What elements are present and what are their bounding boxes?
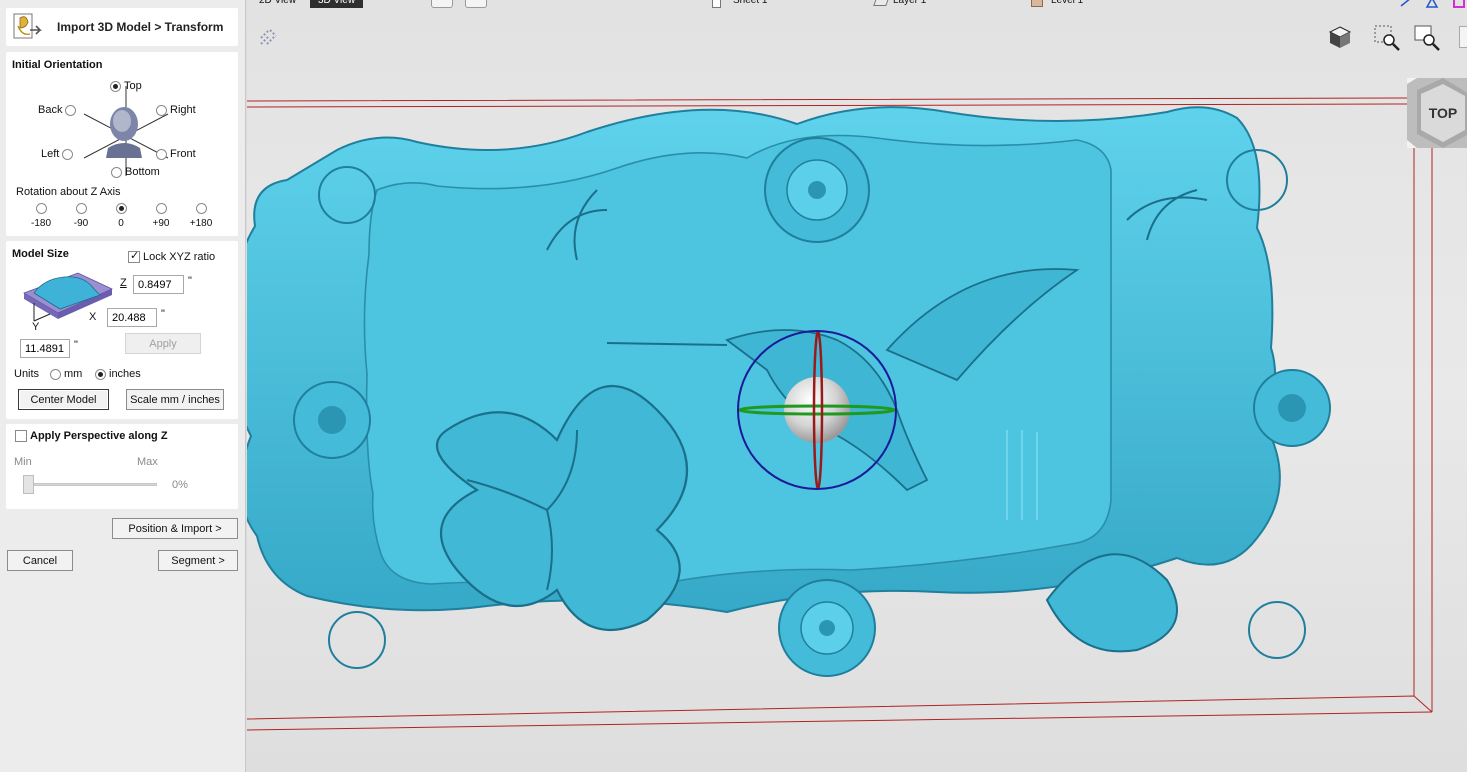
x-axis-label: X bbox=[89, 311, 97, 323]
rotation-label: -180 bbox=[30, 218, 51, 229]
apply-button[interactable]: Apply bbox=[125, 333, 201, 354]
radio-circle[interactable] bbox=[50, 368, 61, 380]
rotation-label: 0 bbox=[118, 218, 124, 229]
checkbox-box[interactable] bbox=[128, 249, 140, 263]
orientation-right-radio[interactable]: Right bbox=[156, 104, 196, 116]
z-size-input[interactable] bbox=[133, 275, 184, 294]
relief-model bbox=[247, 106, 1331, 677]
rotation-plus180-radio[interactable] bbox=[196, 203, 207, 214]
units-mm-radio[interactable]: mm bbox=[50, 368, 82, 380]
orientation-bottom-radio[interactable]: Bottom bbox=[111, 166, 160, 178]
y-size-input[interactable] bbox=[20, 339, 70, 358]
radio-circle[interactable] bbox=[111, 166, 122, 178]
rotation-minus180-radio[interactable] bbox=[36, 203, 47, 214]
perspective-value: 0% bbox=[172, 479, 188, 491]
model-size-section: Model Size Lock XYZ ratio Z " X " Y " Ap… bbox=[6, 241, 238, 419]
orientation-top-radio[interactable]: Top bbox=[110, 80, 142, 92]
orientation-left-radio[interactable]: Left bbox=[41, 148, 74, 160]
3d-viewport[interactable]: 2D View 3D View Sheet 1 Layer 1 Level 1 bbox=[247, 0, 1467, 772]
orientation-back-radio[interactable]: Back bbox=[38, 104, 77, 116]
rotation-plus90-radio[interactable] bbox=[156, 203, 167, 214]
panel-header: Import 3D Model > Transform bbox=[6, 8, 238, 46]
lock-ratio-checkbox[interactable]: Lock XYZ ratio bbox=[128, 249, 215, 263]
gizmo-sphere[interactable] bbox=[784, 377, 850, 443]
perspective-checkbox[interactable]: Apply Perspective along Z bbox=[15, 430, 168, 442]
perspective-slider-thumb[interactable] bbox=[23, 475, 34, 494]
x-unit-mark: " bbox=[161, 308, 165, 320]
position-import-button[interactable]: Position & Import > bbox=[112, 518, 238, 539]
rotation-label: +180 bbox=[189, 218, 213, 229]
radio-circle[interactable] bbox=[156, 148, 167, 160]
perspective-slider-track[interactable] bbox=[24, 483, 157, 486]
panel-title: Import 3D Model > Transform bbox=[57, 20, 224, 34]
perspective-max-label: Max bbox=[137, 456, 158, 468]
view-cube[interactable]: TOP bbox=[1407, 78, 1467, 148]
radio-circle[interactable] bbox=[110, 80, 121, 92]
segment-button[interactable]: Segment > bbox=[158, 550, 238, 571]
y-axis-label: Y bbox=[32, 321, 40, 333]
units-label: Units bbox=[14, 368, 40, 380]
checkbox-box[interactable] bbox=[15, 430, 27, 442]
y-unit-mark: " bbox=[74, 339, 78, 351]
orientation-front-radio[interactable]: Front bbox=[156, 148, 196, 160]
radio-circle[interactable] bbox=[156, 104, 167, 116]
cancel-button[interactable]: Cancel bbox=[7, 550, 73, 571]
z-unit-mark: " bbox=[188, 275, 192, 287]
import-model-icon bbox=[13, 13, 42, 39]
rotation-minus90-radio[interactable] bbox=[76, 203, 87, 214]
radio-circle[interactable] bbox=[65, 104, 77, 116]
orientation-section: Initial Orientation Top Back Right Left … bbox=[6, 52, 238, 236]
radio-circle[interactable] bbox=[62, 148, 74, 160]
rotation-0-radio[interactable] bbox=[116, 203, 127, 214]
import-transform-panel: Import 3D Model > Transform Initial Orie… bbox=[0, 0, 246, 772]
center-model-button[interactable]: Center Model bbox=[18, 389, 109, 410]
rotation-label: +90 bbox=[152, 218, 170, 229]
radio-circle[interactable] bbox=[95, 368, 106, 380]
model-size-preview bbox=[23, 272, 113, 322]
units-inches-radio[interactable]: inches bbox=[95, 368, 141, 380]
view-cube-label: TOP bbox=[1429, 105, 1458, 121]
rotation-heading: Rotation about Z Axis bbox=[16, 186, 121, 198]
perspective-min-label: Min bbox=[14, 456, 32, 468]
perspective-section: Apply Perspective along Z Min Max 0% bbox=[6, 424, 238, 509]
z-axis-label: Z bbox=[120, 277, 127, 289]
model-scene[interactable] bbox=[247, 0, 1467, 772]
orientation-heading: Initial Orientation bbox=[12, 59, 103, 71]
rotation-label: -90 bbox=[73, 218, 89, 229]
x-size-input[interactable] bbox=[107, 308, 157, 327]
scale-units-button[interactable]: Scale mm / inches bbox=[126, 389, 224, 410]
